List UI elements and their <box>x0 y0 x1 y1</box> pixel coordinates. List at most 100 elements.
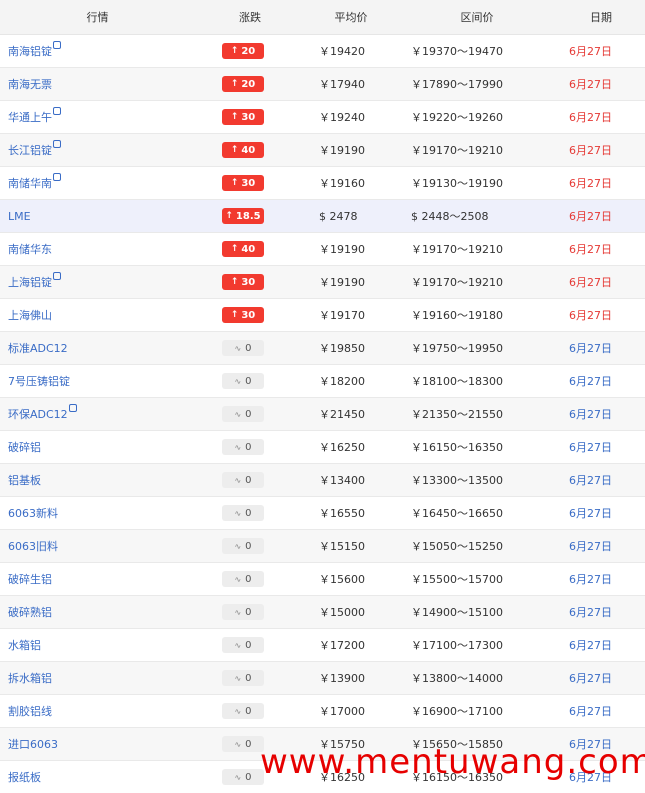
date: 6月27日 <box>569 78 612 91</box>
table-row: 环保ADC12 ∿ 0 ￥21450 ￥21350～21550 6月27日 <box>0 398 645 431</box>
row-change-cell: ∿ 0 <box>195 373 305 389</box>
row-change-cell: ∿ 0 <box>195 637 305 653</box>
row-name-cell: 铝基板 <box>0 472 195 488</box>
row-change-cell: ∿ 0 <box>195 406 305 422</box>
note-icon <box>68 404 77 412</box>
header-name: 行情 <box>86 11 109 24</box>
table-row: 7号压铸铝锭 ∿ 0 ￥18200 ￥18100～18300 6月27日 <box>0 365 645 398</box>
table-row: 华通上午 ↑ 30 ￥19240 ￥19220～19260 6月27日 <box>0 101 645 134</box>
market-name-link[interactable]: 7号压铸铝锭 <box>8 375 70 388</box>
row-change-cell: ↑ 30 <box>195 109 305 125</box>
wave-icon: ∿ <box>234 409 242 419</box>
row-change-cell: ↑ 40 <box>195 142 305 158</box>
row-name-cell: 破碎生铝 <box>0 571 195 587</box>
row-name-cell: 拆水箱铝 <box>0 670 195 686</box>
range-price: ￥19170～19210 <box>411 144 503 157</box>
avg-price: ￥19240 <box>319 111 365 124</box>
change-up-badge: ↑ 20 <box>222 76 264 92</box>
arrow-up-icon: ↑ <box>230 112 239 122</box>
market-name-link[interactable]: 6063新料 <box>8 507 58 520</box>
row-name-cell: 南海铝锭 <box>0 41 195 59</box>
table-row: 南海无票 ↑ 20 ￥17940 ￥17890～17990 6月27日 <box>0 68 645 101</box>
range-price: ￥15050～15250 <box>411 540 503 553</box>
market-name-link[interactable]: 南储华东 <box>8 243 52 256</box>
change-flat-badge: ∿ 0 <box>222 439 264 455</box>
market-name-link[interactable]: 标准ADC12 <box>8 342 68 355</box>
row-change-cell: ↑ 30 <box>195 307 305 323</box>
avg-price: $ 2478 <box>319 209 358 223</box>
range-price: ￥13300～13500 <box>411 474 503 487</box>
market-name-link[interactable]: 6063旧料 <box>8 540 58 553</box>
change-up-badge: ↑ 30 <box>222 274 264 290</box>
range-price: ￥19170～19210 <box>411 276 503 289</box>
market-name-link[interactable]: 报纸板 <box>8 771 41 784</box>
change-flat-badge: ∿ 0 <box>222 703 264 719</box>
market-name-link[interactable]: 上海佛山 <box>8 309 52 322</box>
change-value: 0 <box>245 474 252 486</box>
row-change-cell: ∿ 0 <box>195 505 305 521</box>
table-row: 拆水箱铝 ∿ 0 ￥13900 ￥13800～14000 6月27日 <box>0 662 645 695</box>
change-value: 18.5 <box>235 210 261 222</box>
market-name-link[interactable]: 水箱铝 <box>8 639 41 652</box>
date: 6月27日 <box>569 474 612 487</box>
table-row: 破碎熟铝 ∿ 0 ￥15000 ￥14900～15100 6月27日 <box>0 596 645 629</box>
row-name-cell: 破碎铝 <box>0 439 195 455</box>
market-name-link[interactable]: 破碎生铝 <box>8 573 52 586</box>
row-name-cell: 7号压铸铝锭 <box>0 373 195 389</box>
market-name-link[interactable]: 南海铝锭 <box>8 45 52 58</box>
avg-price: ￥15000 <box>319 606 365 619</box>
market-name-link[interactable]: 南海无票 <box>8 78 52 91</box>
range-price: ￥14900～15100 <box>411 606 503 619</box>
market-name-link[interactable]: 上海铝锭 <box>8 276 52 289</box>
table-row: 标准ADC12 ∿ 0 ￥19850 ￥19750～19950 6月27日 <box>0 332 645 365</box>
avg-price: ￥13400 <box>319 474 365 487</box>
date: 6月27日 <box>569 210 612 223</box>
change-flat-badge: ∿ 0 <box>222 571 264 587</box>
date: 6月27日 <box>569 540 612 553</box>
range-price: ￥21350～21550 <box>411 408 503 421</box>
row-change-cell: ∿ 0 <box>195 604 305 620</box>
avg-price: ￥19170 <box>319 309 365 322</box>
wave-icon: ∿ <box>234 739 242 749</box>
market-name-link[interactable]: 环保ADC12 <box>8 408 68 421</box>
market-name-link[interactable]: LME <box>8 210 31 223</box>
avg-price: ￥19420 <box>319 45 365 58</box>
range-price: ￥19750～19950 <box>411 342 503 355</box>
market-name-link[interactable]: 华通上午 <box>8 111 52 124</box>
avg-price: ￥19160 <box>319 177 365 190</box>
row-change-cell: ∿ 0 <box>195 472 305 488</box>
change-up-badge: ↑ 40 <box>222 241 264 257</box>
row-name-cell: 华通上午 <box>0 107 195 125</box>
market-name-link[interactable]: 进口6063 <box>8 738 58 751</box>
market-name-link[interactable]: 铝基板 <box>8 474 41 487</box>
wave-icon: ∿ <box>234 343 242 353</box>
row-name-cell: 长江铝锭 <box>0 140 195 158</box>
row-name-cell: 破碎熟铝 <box>0 604 195 620</box>
row-name-cell: 南储华南 <box>0 173 195 191</box>
market-name-link[interactable]: 破碎铝 <box>8 441 41 454</box>
change-up-badge: ↑ 30 <box>222 109 264 125</box>
market-name-link[interactable]: 南储华南 <box>8 177 52 190</box>
date: 6月27日 <box>569 276 612 289</box>
date: 6月27日 <box>569 606 612 619</box>
range-price: ￥19160～19180 <box>411 309 503 322</box>
wave-icon: ∿ <box>234 376 242 386</box>
watermark: www.mentuwang.com <box>260 742 645 782</box>
arrow-up-icon: ↑ <box>225 211 233 221</box>
market-name-link[interactable]: 破碎熟铝 <box>8 606 52 619</box>
header-range: 区间价 <box>460 11 494 24</box>
wave-icon: ∿ <box>234 706 242 716</box>
table-row: LME ↑ 18.5 $ 2478 $ 2448～2508 6月27日 <box>0 200 645 233</box>
market-name-link[interactable]: 割胶铝线 <box>8 705 52 718</box>
market-name-link[interactable]: 长江铝锭 <box>8 144 52 157</box>
avg-price: ￥19190 <box>319 243 365 256</box>
note-icon <box>53 107 61 115</box>
arrow-up-icon: ↑ <box>230 244 239 254</box>
range-price: ￥19220～19260 <box>411 111 503 124</box>
avg-price: ￥15150 <box>319 540 365 553</box>
avg-price: ￥17000 <box>319 705 365 718</box>
row-name-cell: 南储华东 <box>0 241 195 257</box>
date: 6月27日 <box>569 441 612 454</box>
row-change-cell: ↑ 30 <box>195 175 305 191</box>
market-name-link[interactable]: 拆水箱铝 <box>8 672 52 685</box>
